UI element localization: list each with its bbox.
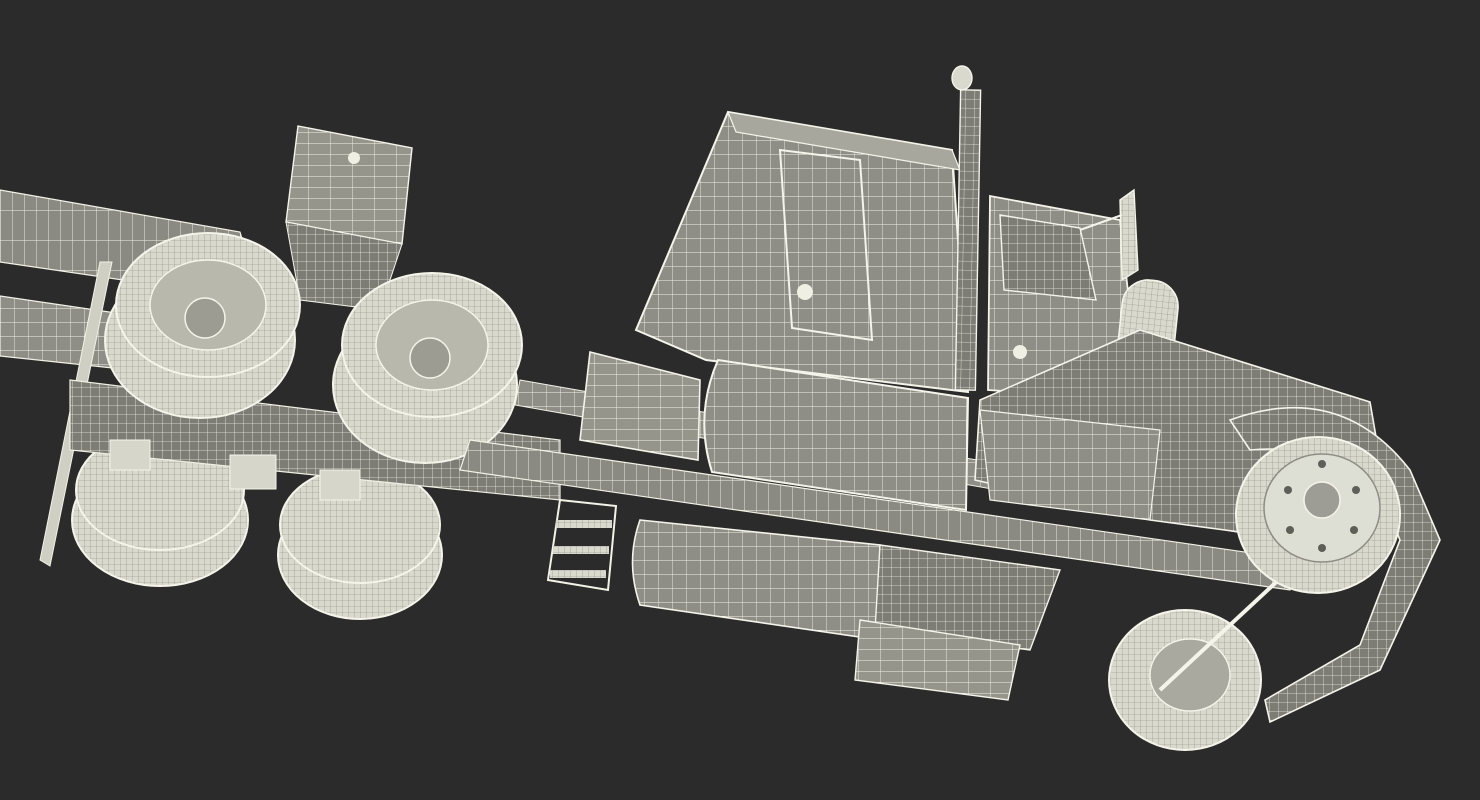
lower-fuel-tank	[631, 519, 881, 641]
render-viewport[interactable]	[0, 0, 1480, 800]
tool-box-lower	[854, 544, 1061, 701]
sleeper-cab	[634, 110, 970, 394]
wireframe-truck-render	[0, 65, 1441, 751]
step-ladder	[546, 498, 618, 592]
front-upper-wheel	[1235, 436, 1401, 594]
battery-box	[579, 350, 701, 461]
